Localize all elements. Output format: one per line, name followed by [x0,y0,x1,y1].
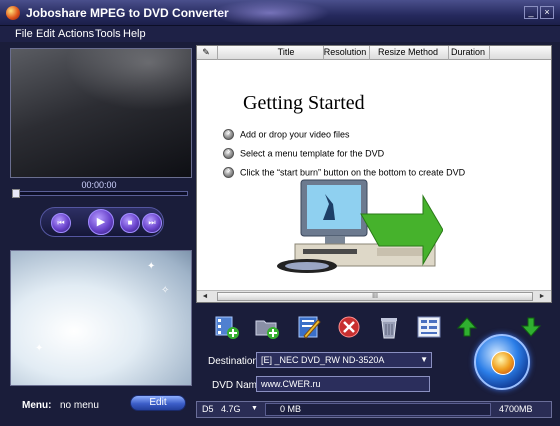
previous-button[interactable]: ⏮ [51,213,71,233]
arrow-bullet-icon [223,165,234,179]
menu-file[interactable]: File [15,28,33,40]
step-2: Select a menu template for the DVD [223,146,384,160]
destination-value: [E] _NEC DVD_RW ND-3520A [261,355,385,365]
disc-usage-bar: 0 MB [265,403,491,416]
scroll-left-icon[interactable]: ◄ [200,292,210,301]
start-burn-button[interactable] [474,334,530,390]
menu-value: no menu [60,400,99,411]
edit-menu-button[interactable]: Edit [130,395,186,411]
playback-controls: ⏮ ▶ ■ ⏭ [40,207,164,237]
used-size: 0 MB [280,404,302,414]
title-glow-decoration [210,0,330,26]
app-logo-icon [6,6,20,20]
close-button[interactable]: × [540,6,554,19]
chevron-down-icon[interactable]: ▼ [251,405,258,412]
previous-icon: ⏮ [57,218,65,227]
menu-actions[interactable]: Actions [58,28,94,40]
sparkle-icon: ✦ [147,261,156,272]
stop-icon: ■ [127,218,133,227]
edit-column-icon[interactable]: ✎ [200,47,212,58]
arrow-bullet-icon [223,127,234,141]
stop-button[interactable]: ■ [120,213,140,233]
play-button[interactable]: ▶ [88,209,114,235]
next-icon: ⏭ [148,218,156,227]
col-title[interactable]: Title [250,47,322,57]
left-panel: 00:00:00 ⏮ ▶ ■ ⏭ ✦ ✧ ✦ Menu: no menu Edi… [6,44,192,414]
minimize-button[interactable]: _ [524,6,538,19]
title-bar: Joboshare MPEG to DVD Converter _ × [0,0,560,26]
arrow-bullet-icon [223,146,234,160]
destination-label: Destination: [208,356,261,367]
seek-thumb[interactable] [12,189,20,198]
menu-label: Menu: [22,400,52,411]
move-up-icon[interactable] [454,314,480,340]
destination-select[interactable]: [E] _NEC DVD_RW ND-3520A ▼ [256,352,432,368]
menu-bar: File Edit Actions Tools Help [0,26,560,42]
clear-icon[interactable] [376,314,402,340]
file-list-panel[interactable]: ✎ Title Resolution Resize Method Duratio… [196,45,552,303]
menu-help[interactable]: Help [123,28,146,40]
remove-icon[interactable] [336,314,362,340]
menu-edit[interactable]: Edit [36,28,55,40]
screen-sheen [51,49,191,119]
disc-size-select[interactable]: 4.7G [221,404,241,414]
getting-started-title: Getting Started [243,92,365,114]
add-video-icon[interactable] [214,314,240,340]
dvd-name-input[interactable]: www.CWER.ru [256,376,430,392]
computer-dvd-illustration [277,179,443,273]
col-duration[interactable]: Duration [448,47,488,57]
menu-tools[interactable]: Tools [95,28,121,40]
playback-time: 00:00:00 [81,180,117,190]
menu-preview: ✦ ✧ ✦ [10,250,192,386]
disc-type[interactable]: D5 [202,404,214,414]
settings-icon[interactable] [416,314,442,340]
col-resolution[interactable]: Resolution [323,47,367,57]
burn-disc-icon [491,351,515,375]
column-header: ✎ Title Resolution Resize Method Duratio… [197,46,551,60]
video-preview-screen [10,48,192,178]
play-icon: ▶ [96,216,106,228]
chevron-down-icon[interactable]: ▼ [420,353,428,367]
window-title: Joboshare MPEG to DVD Converter [26,6,229,20]
add-folder-icon[interactable] [254,314,280,340]
move-down-icon[interactable] [518,314,544,340]
scroll-thumb[interactable]: III [217,292,533,301]
horizontal-scrollbar[interactable]: ◄ III ► [197,290,551,302]
scroll-right-icon[interactable]: ► [537,292,547,301]
seek-bar[interactable] [12,191,188,196]
status-bar: D5 4.7G ▼ 0 MB 4700MB [196,401,552,418]
disc-capacity: 4700MB [499,404,533,414]
next-button[interactable]: ⏭ [142,213,162,233]
edit-icon[interactable] [296,314,322,340]
col-resize-method[interactable]: Resize Method [369,47,447,57]
sparkle-icon: ✦ [35,343,44,354]
sparkle-icon: ✧ [161,285,170,296]
step-1: Add or drop your video files [223,127,350,141]
